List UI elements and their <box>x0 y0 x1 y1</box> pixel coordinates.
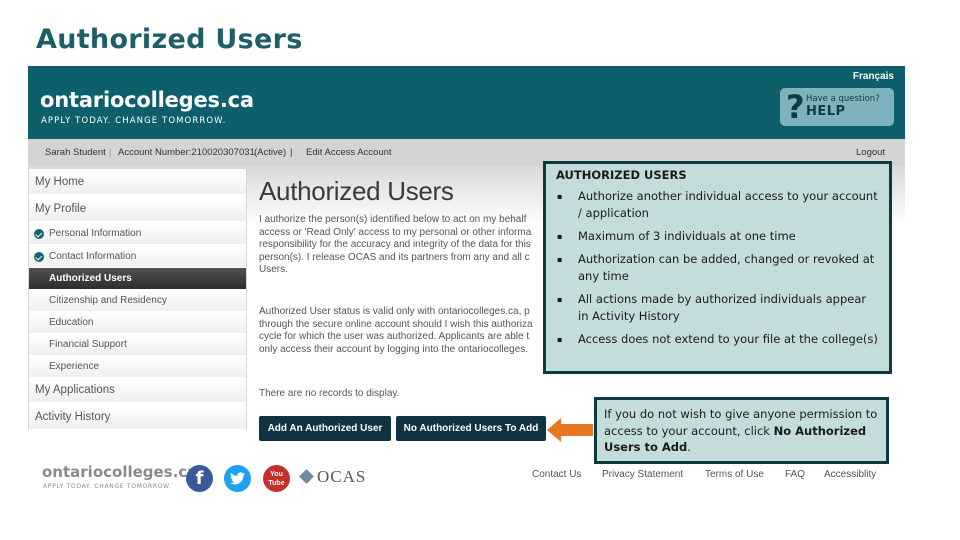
sidebar-item-my-home[interactable]: My Home <box>29 169 246 195</box>
callout-bullet: Authorization can be added, changed or r… <box>556 251 879 285</box>
paragraph-line: only access their account by logging int… <box>259 343 529 355</box>
authorization-paragraph: I authorize the person(s) identified bel… <box>259 214 569 277</box>
language-link[interactable]: Français <box>853 71 894 82</box>
paragraph-line: Users. <box>259 264 288 275</box>
ocas-label: OCAS <box>317 467 367 486</box>
callout-bullet-list: Authorize another individual access to y… <box>556 188 879 348</box>
arrow-left-icon <box>547 418 593 442</box>
empty-records-message: There are no records to display. <box>259 388 400 399</box>
sidebar-item-label: My Applications <box>35 384 115 396</box>
sidebar-item-financial-support[interactable]: Financial Support <box>29 334 246 356</box>
youtube-icon[interactable]: You Tube <box>263 465 290 492</box>
status-paragraph: Authorized User status is valid only wit… <box>259 306 569 356</box>
sidebar-item-label: Citizenship and Residency <box>49 295 167 306</box>
paragraph-line: person(s). I release OCAS and its partne… <box>259 251 530 263</box>
logout-link[interactable]: Logout <box>856 147 885 158</box>
sidebar-item-label: My Home <box>35 176 85 188</box>
site-header: ontariocolleges.ca APPLY TODAY. CHANGE T… <box>28 66 905 139</box>
sidebar-item-label: Authorized Users <box>49 273 132 284</box>
sidebar-item-label: Contact Information <box>49 251 137 262</box>
facebook-icon[interactable]: f <box>186 465 213 492</box>
paragraph-line: through the secure online account should… <box>259 318 533 330</box>
help-label: HELP <box>806 104 846 119</box>
site-logo[interactable]: ontariocolleges.ca <box>40 88 254 112</box>
authorized-users-callout: AUTHORIZED USERS Authorize another indiv… <box>543 161 892 374</box>
paragraph-line: I authorize the person(s) identified bel… <box>259 214 527 225</box>
sidebar-item-label: Activity History <box>35 411 111 423</box>
callout-bullet: All actions made by authorized individua… <box>556 291 879 325</box>
site-tagline: APPLY TODAY. CHANGE TOMORROW. <box>41 116 227 126</box>
footer-link-privacy-statement[interactable]: Privacy Statement <box>602 469 683 480</box>
tip-text-end: . <box>687 440 691 454</box>
sidebar-item-my-applications[interactable]: My Applications <box>29 377 246 403</box>
footer-link-faq[interactable]: FAQ <box>785 469 805 480</box>
user-name: Sarah Student <box>45 147 106 158</box>
sidebar-item-my-profile[interactable]: My Profile <box>29 196 246 222</box>
twitter-icon[interactable] <box>224 465 251 492</box>
sidebar-item-label: Experience <box>49 361 100 372</box>
sidebar-item-citizenship-residency[interactable]: Citizenship and Residency <box>29 290 246 312</box>
paragraph-line: cycle for which the user was authorized.… <box>259 331 530 342</box>
footer-tagline: APPLY TODAY. CHANGE TOMORROW. <box>43 483 172 490</box>
sidebar-item-education[interactable]: Education <box>29 312 246 334</box>
add-authorized-user-button[interactable]: Add An Authorized User <box>259 416 391 441</box>
question-mark-icon: ? <box>786 88 805 126</box>
sidebar-item-label: Education <box>49 317 94 328</box>
separator: | <box>290 147 293 158</box>
footer-logo[interactable]: ontariocolleges.ca <box>42 463 197 481</box>
sidebar-item-personal-information[interactable]: Personal Information <box>29 223 246 245</box>
check-circle-icon <box>34 229 44 239</box>
callout-title: AUTHORIZED USERS <box>556 168 687 182</box>
sidebar-item-contact-information[interactable]: Contact Information <box>29 246 246 268</box>
paragraph-line: responsibility for the accuracy and inte… <box>259 239 531 250</box>
no-authorized-users-button[interactable]: No Authorized Users To Add <box>396 416 546 441</box>
footer-link-accessibility[interactable]: Accessiblity <box>824 469 876 480</box>
ocas-mark-icon <box>299 469 314 484</box>
sidebar-item-activity-history[interactable]: Activity History <box>29 404 246 430</box>
sidebar-item-label: Personal Information <box>49 228 142 239</box>
check-circle-icon <box>34 252 44 262</box>
footer-link-contact-us[interactable]: Contact Us <box>532 469 581 480</box>
no-users-tip-callout: If you do not wish to give anyone permis… <box>594 397 889 464</box>
callout-bullet: Access does not extend to your file at t… <box>556 331 879 348</box>
sidebar-nav: My Home My Profile Personal Information … <box>28 168 247 430</box>
account-status: (Active) <box>254 147 287 158</box>
slide-title: Authorized Users <box>36 24 303 55</box>
sidebar-item-experience[interactable]: Experience <box>29 356 246 378</box>
callout-bullet: Maximum of 3 individuals at one time <box>556 228 879 245</box>
paragraph-line: Authorized User status is valid only wit… <box>259 306 530 317</box>
youtube-icon-text: You <box>270 471 283 478</box>
footer-link-terms-of-use[interactable]: Terms of Use <box>705 469 764 480</box>
help-button[interactable]: ? Have a question? HELP <box>780 88 894 126</box>
help-subtitle: Have a question? <box>806 94 880 104</box>
callout-bullet: Authorize another individual access to y… <box>556 188 879 222</box>
account-number: Account Number:210020307031 <box>118 147 255 158</box>
sidebar-item-label: My Profile <box>35 203 87 215</box>
sidebar-item-authorized-users[interactable]: Authorized Users <box>29 268 246 290</box>
youtube-icon-text: Tube <box>268 480 285 487</box>
separator: | <box>109 147 112 158</box>
edit-access-account-link[interactable]: Edit Access Account <box>306 147 392 158</box>
sidebar-item-label: Financial Support <box>49 339 127 350</box>
ocas-logo[interactable]: OCAS <box>299 467 367 487</box>
page-heading: Authorized Users <box>259 176 454 206</box>
paragraph-line: access or 'Read Only' access to my perso… <box>259 226 532 238</box>
